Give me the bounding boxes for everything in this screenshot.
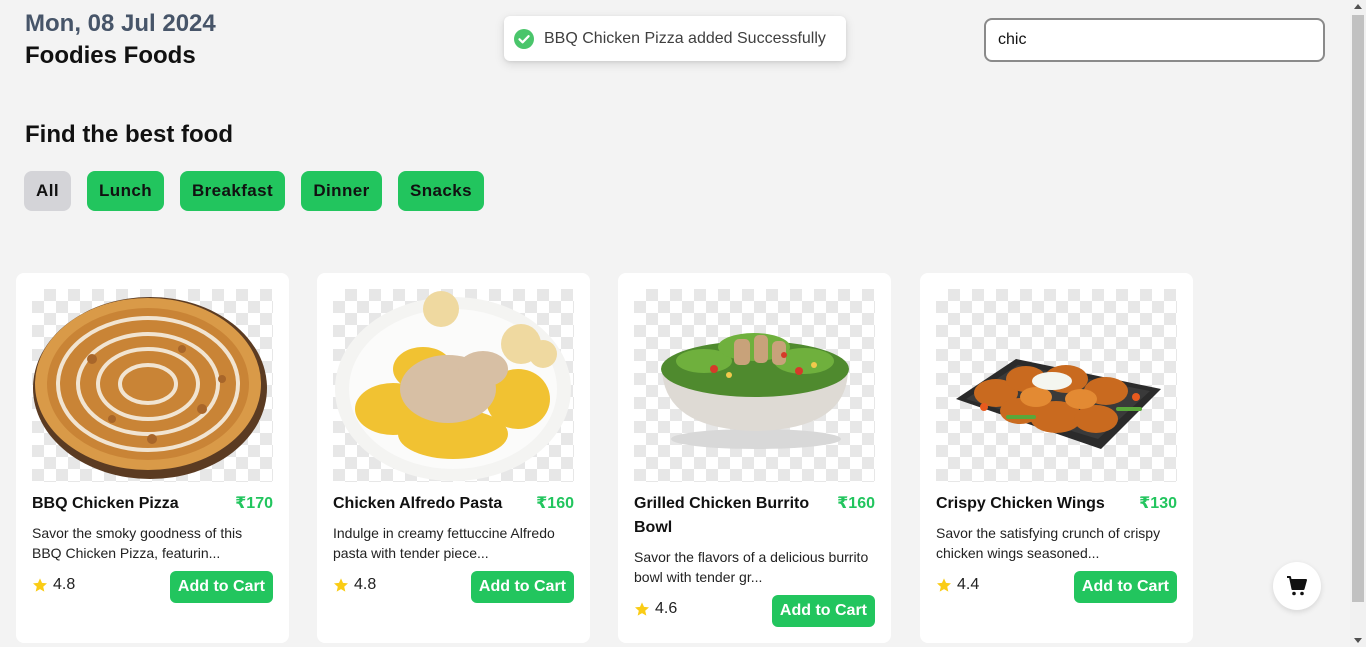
food-card: Grilled Chicken Burrito Bowl ₹160 Savor … <box>618 273 891 643</box>
food-price: ₹130 <box>1139 495 1177 512</box>
food-image <box>333 289 574 482</box>
add-to-cart-button[interactable]: Add to Cart <box>169 571 273 603</box>
food-image <box>634 289 875 482</box>
filter-all-button[interactable]: All <box>24 171 71 211</box>
star-icon <box>635 602 649 616</box>
food-card: Chicken Alfredo Pasta ₹160 Indulge in cr… <box>317 273 590 643</box>
brand-title: Foodies Foods <box>25 42 196 69</box>
food-description: Indulge in creamy fettuccine Alfredo pas… <box>333 525 555 561</box>
star-icon <box>334 578 348 592</box>
scroll-thumb[interactable] <box>1352 15 1364 602</box>
food-name: Chicken Alfredo Pasta <box>333 495 503 512</box>
food-image <box>32 289 273 482</box>
toast-message: BBQ Chicken Pizza added Successfully <box>544 29 826 47</box>
search-input[interactable] <box>984 18 1325 62</box>
food-name: Crispy Chicken Wings <box>936 495 1105 512</box>
scroll-down-icon[interactable] <box>1354 638 1362 643</box>
food-description: Savor the smoky goodness of this BBQ Chi… <box>32 525 243 561</box>
food-description: Savor the satisfying crunch of crispy ch… <box>936 525 1161 561</box>
app-page: Mon, 08 Jul 2024 Foodies Foods BBQ Chick… <box>0 0 1350 647</box>
add-to-cart-button[interactable]: Add to Cart <box>771 595 875 627</box>
scroll-up-icon[interactable] <box>1354 4 1362 9</box>
food-description: Savor the flavors of a delicious burrito… <box>634 549 869 585</box>
food-card: Crispy Chicken Wings ₹130 Savor the sati… <box>920 273 1193 643</box>
star-icon <box>937 578 951 592</box>
shopping-cart-icon <box>1287 576 1307 596</box>
food-rating: 4.8 <box>333 576 376 594</box>
rating-value: 4.6 <box>655 600 678 617</box>
filter-snacks-button[interactable]: Snacks <box>398 171 484 211</box>
current-date: Mon, 08 Jul 2024 <box>25 10 216 37</box>
food-name: BBQ Chicken Pizza <box>32 495 179 512</box>
filter-lunch-button[interactable]: Lunch <box>87 171 164 211</box>
page-scrollbar[interactable] <box>1350 0 1366 647</box>
add-to-cart-button[interactable]: Add to Cart <box>1073 571 1177 603</box>
section-heading: Find the best food <box>25 121 233 148</box>
add-to-cart-button[interactable]: Add to Cart <box>470 571 574 603</box>
food-rating: 4.6 <box>634 600 677 618</box>
cart-button[interactable] <box>1273 562 1321 610</box>
food-price: ₹170 <box>235 495 273 512</box>
star-icon <box>33 578 47 592</box>
food-price: ₹160 <box>536 495 574 512</box>
food-price: ₹160 <box>837 495 875 512</box>
food-card: BBQ Chicken Pizza ₹170 Savor the smoky g… <box>16 273 289 643</box>
rating-value: 4.8 <box>354 576 377 593</box>
success-toast: BBQ Chicken Pizza added Successfully <box>504 16 846 61</box>
rating-value: 4.4 <box>957 576 980 593</box>
rating-value: 4.8 <box>53 576 76 593</box>
food-image <box>936 289 1177 482</box>
filter-breakfast-button[interactable]: Breakfast <box>180 171 285 211</box>
filter-dinner-button[interactable]: Dinner <box>301 171 382 211</box>
check-circle-icon <box>514 28 534 49</box>
food-name: Grilled Chicken Burrito Bowl <box>634 495 810 536</box>
food-rating: 4.8 <box>32 576 75 594</box>
food-rating: 4.4 <box>936 576 979 594</box>
